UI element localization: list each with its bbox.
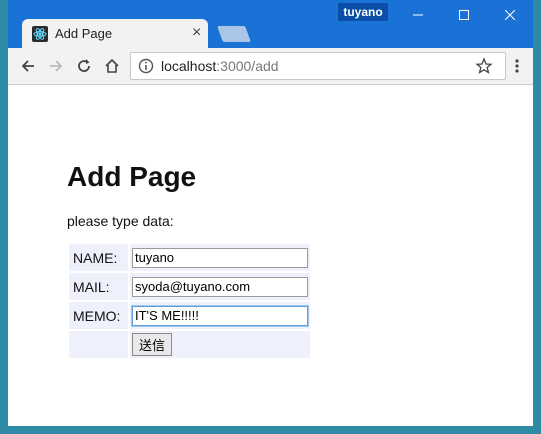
form-row-mail: MAIL:: [69, 273, 310, 300]
page-title: Add Page: [67, 161, 197, 192]
close-window-button[interactable]: [487, 0, 533, 30]
close-icon: [505, 10, 515, 20]
info-icon[interactable]: [137, 57, 155, 75]
minimize-button[interactable]: [395, 0, 441, 30]
mail-input[interactable]: [132, 276, 308, 297]
home-button[interactable]: [98, 48, 126, 84]
react-icon: [32, 26, 48, 42]
tab-close-button[interactable]: ×: [192, 24, 201, 42]
page-content: Add Page please type data: NAME: MAIL: M…: [8, 85, 533, 426]
browser-menu-button[interactable]: [506, 48, 528, 84]
back-button[interactable]: [14, 48, 42, 84]
add-form-table: NAME: MAIL: MEMO: 送信: [67, 242, 312, 360]
url-path: :3000/add: [216, 58, 279, 74]
url-text: localhost:3000/add: [161, 58, 279, 74]
minimize-icon: [413, 14, 423, 16]
home-icon: [105, 58, 119, 73]
forward-button[interactable]: [42, 48, 70, 84]
browser-tab[interactable]: Add Page ×: [22, 19, 208, 48]
tab-title: Add Page: [55, 26, 113, 41]
form-prompt: please type data:: [67, 213, 174, 229]
address-bar[interactable]: localhost:3000/add: [130, 52, 506, 80]
form-row-name: NAME:: [69, 244, 310, 271]
bookmark-star-icon[interactable]: [475, 57, 493, 75]
url-host: localhost: [161, 58, 217, 74]
maximize-button[interactable]: [441, 0, 487, 30]
back-arrow-icon: [21, 60, 34, 72]
forward-arrow-icon: [50, 60, 63, 72]
form-row-submit: 送信: [69, 331, 310, 358]
memo-label: MEMO:: [69, 302, 128, 329]
name-label: NAME:: [69, 244, 128, 271]
submit-button[interactable]: 送信: [132, 333, 173, 356]
form-row-memo: MEMO:: [69, 302, 310, 329]
reload-icon: [78, 59, 90, 72]
profile-badge[interactable]: tuyano: [338, 3, 388, 21]
memo-input[interactable]: [132, 305, 308, 326]
name-input[interactable]: [132, 247, 308, 268]
more-vertical-icon: [515, 59, 519, 73]
browser-toolbar: localhost:3000/add: [8, 48, 533, 85]
new-tab-button[interactable]: [217, 26, 251, 42]
browser-window: tuyano Add Page × localhost:3000/add Add…: [8, 0, 533, 426]
title-bar: tuyano Add Page ×: [8, 0, 533, 48]
reload-button[interactable]: [70, 48, 98, 84]
mail-label: MAIL:: [69, 273, 128, 300]
maximize-icon: [459, 10, 469, 20]
